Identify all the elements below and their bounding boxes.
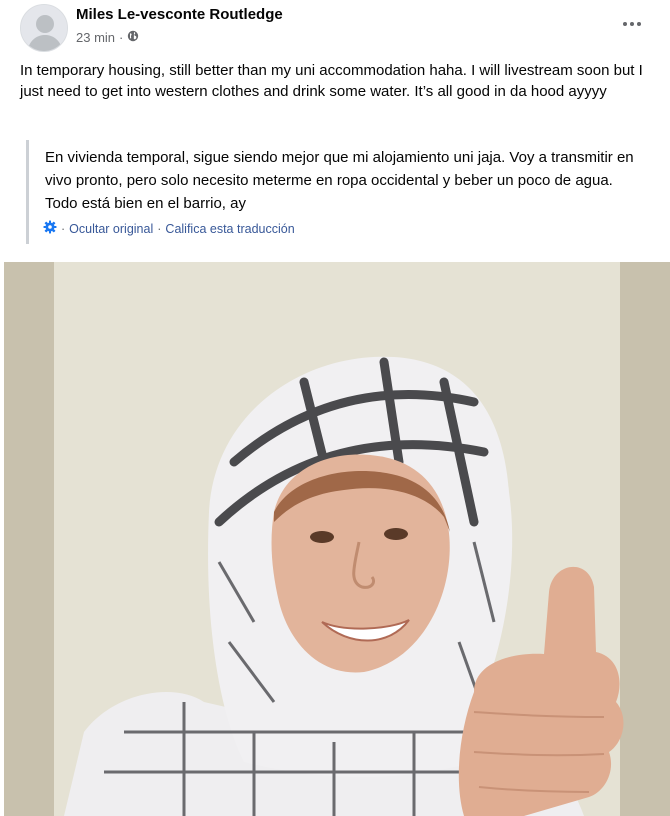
link-separator: · — [61, 221, 66, 236]
meta-separator: · — [119, 30, 124, 45]
post-timestamp[interactable]: 23 min — [76, 30, 115, 45]
more-options-icon — [623, 22, 641, 26]
link-separator: · — [157, 221, 162, 236]
translation-text: En vivienda temporal, sigue siendo mejor… — [45, 149, 634, 212]
post-meta: 23 min · — [76, 30, 139, 45]
default-avatar-icon — [21, 5, 67, 51]
gear-icon[interactable] — [43, 220, 57, 237]
globe-icon[interactable] — [127, 30, 139, 45]
translation-links: · Ocultar original · Califica esta tradu… — [43, 220, 295, 237]
feed-post: Miles Le-vesconte Routledge 23 min · In … — [0, 0, 670, 816]
avatar[interactable] — [20, 4, 68, 52]
rate-translation-link[interactable]: Califica esta traducción — [165, 222, 294, 236]
more-options-button[interactable] — [614, 10, 650, 38]
author-name[interactable]: Miles Le-vesconte Routledge — [76, 6, 283, 23]
translation-block: En vivienda temporal, sigue siendo mejor… — [26, 140, 654, 244]
post-text: In temporary housing, still better than … — [20, 62, 643, 100]
post-photo[interactable] — [4, 262, 670, 816]
hide-original-link[interactable]: Ocultar original — [69, 222, 153, 236]
selfie-photo — [4, 262, 670, 816]
